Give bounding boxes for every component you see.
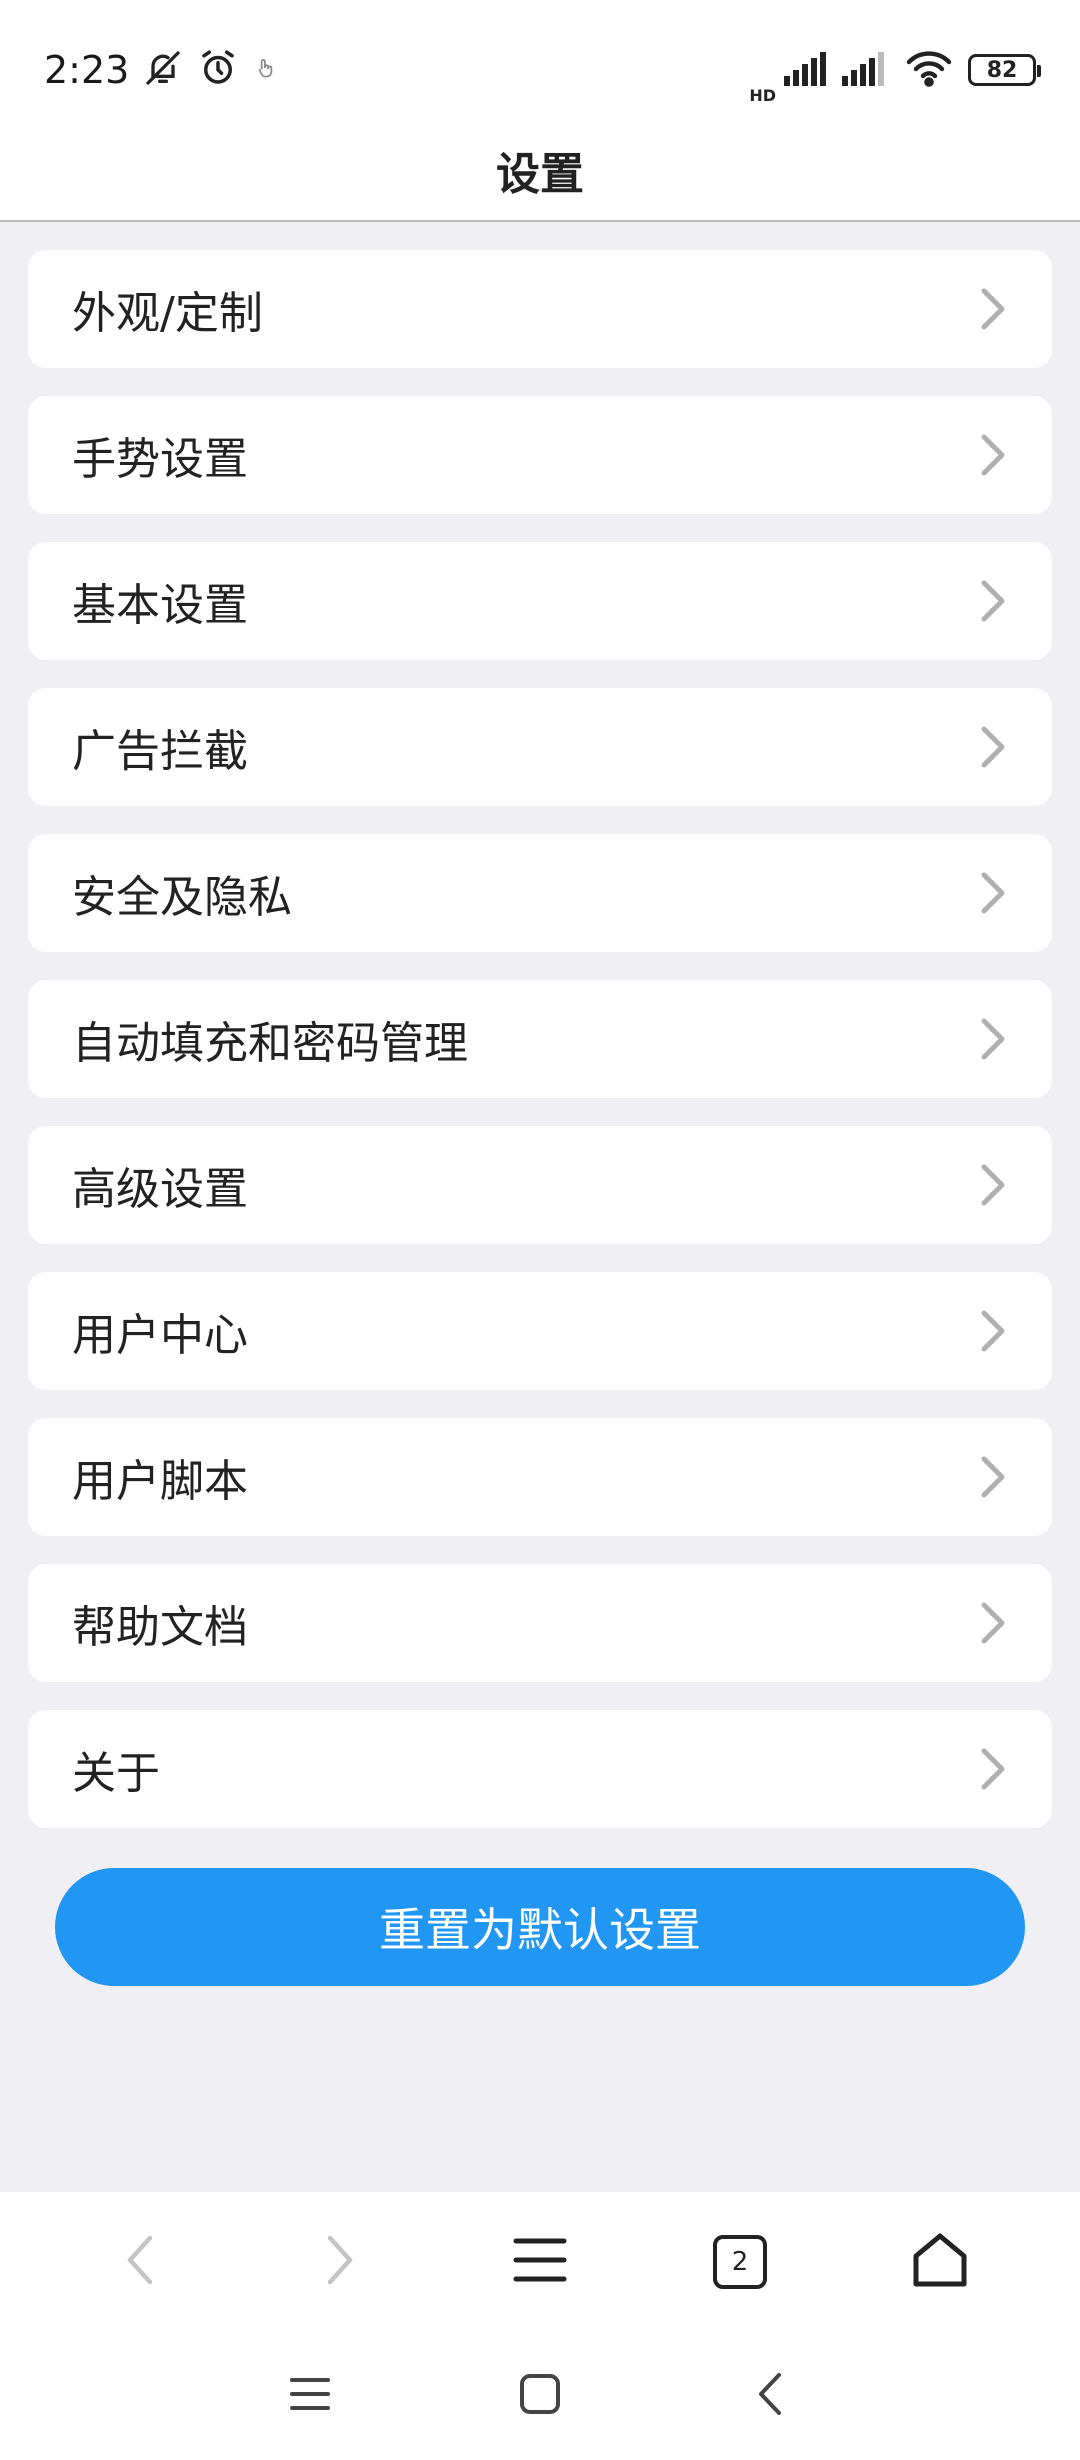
status-bar: 2:23 HD 82	[0, 0, 1080, 140]
settings-item-label: 基本设置	[72, 580, 248, 631]
settings-item-label: 用户中心	[72, 1310, 248, 1361]
system-nav-bar	[0, 2332, 1080, 2460]
chevron-right-icon	[978, 1600, 1008, 1646]
settings-item-label: 广告拦截	[72, 726, 248, 777]
forward-button[interactable]	[280, 2212, 400, 2312]
mute-bell-icon	[143, 48, 183, 92]
touch-icon	[253, 55, 279, 85]
page-title: 设置	[496, 149, 584, 200]
chevron-right-icon	[978, 1746, 1008, 1792]
settings-item-label: 用户脚本	[72, 1456, 248, 1507]
settings-item-label: 关于	[72, 1748, 160, 1799]
reset-defaults-button[interactable]: 重置为默认设置	[55, 1868, 1025, 1986]
settings-list: 外观/定制 手势设置 基本设置 广告拦截 安全及隐私 自动填充和密码管理 高级设…	[28, 250, 1052, 1828]
status-left: 2:23	[44, 47, 279, 93]
hd-label: HD	[749, 85, 776, 105]
alarm-icon	[197, 47, 239, 93]
chevron-right-icon	[978, 578, 1008, 624]
signal-icon-2	[842, 50, 890, 90]
menu-icon	[512, 2235, 568, 2289]
settings-item-user-center[interactable]: 用户中心	[28, 1272, 1052, 1390]
chevron-right-icon	[978, 432, 1008, 478]
settings-item-advanced[interactable]: 高级设置	[28, 1126, 1052, 1244]
header: 设置	[0, 120, 1080, 222]
settings-item-gestures[interactable]: 手势设置	[28, 396, 1052, 514]
tabs-icon: 2	[713, 2235, 767, 2289]
settings-item-label: 帮助文档	[72, 1602, 248, 1653]
square-home-icon	[518, 2372, 562, 2420]
settings-item-about[interactable]: 关于	[28, 1710, 1052, 1828]
recent-apps-icon	[288, 2374, 332, 2418]
settings-item-label: 外观/定制	[72, 288, 263, 339]
chevron-right-icon	[978, 1162, 1008, 1208]
settings-item-appearance[interactable]: 外观/定制	[28, 250, 1052, 368]
chevron-right-icon	[978, 1016, 1008, 1062]
back-button[interactable]	[80, 2212, 200, 2312]
settings-item-label: 手势设置	[72, 434, 248, 485]
status-right: HD 82	[749, 36, 1041, 105]
settings-item-label: 高级设置	[72, 1164, 248, 1215]
settings-item-basic[interactable]: 基本设置	[28, 542, 1052, 660]
chevron-right-icon	[978, 724, 1008, 770]
settings-item-privacy[interactable]: 安全及隐私	[28, 834, 1052, 952]
settings-item-autofill[interactable]: 自动填充和密码管理	[28, 980, 1052, 1098]
menu-button[interactable]	[480, 2212, 600, 2312]
recent-apps-button[interactable]	[270, 2356, 350, 2436]
home-icon	[910, 2230, 970, 2294]
app-root: 2:23 HD 82 设置 外观/定制 手势设置 基本设置 广告拦截 安全及隐私…	[0, 0, 1080, 2460]
system-back-icon	[755, 2371, 785, 2421]
bottom-toolbar: 2	[0, 2192, 1080, 2332]
forward-icon	[322, 2232, 358, 2292]
settings-item-user-scripts[interactable]: 用户脚本	[28, 1418, 1052, 1536]
tabs-button[interactable]: 2	[680, 2212, 800, 2312]
signal-icon-1	[784, 50, 828, 90]
settings-item-adblock[interactable]: 广告拦截	[28, 688, 1052, 806]
chevron-right-icon	[978, 870, 1008, 916]
wifi-icon	[904, 48, 954, 92]
settings-item-help[interactable]: 帮助文档	[28, 1564, 1052, 1682]
chevron-right-icon	[978, 1308, 1008, 1354]
back-icon	[122, 2232, 158, 2292]
battery-indicator: 82	[968, 54, 1041, 86]
home-button[interactable]	[880, 2212, 1000, 2312]
system-back-button[interactable]	[730, 2356, 810, 2436]
settings-item-label: 自动填充和密码管理	[72, 1018, 468, 1069]
system-home-button[interactable]	[500, 2356, 580, 2436]
settings-item-label: 安全及隐私	[72, 872, 292, 923]
chevron-right-icon	[978, 286, 1008, 332]
chevron-right-icon	[978, 1454, 1008, 1500]
status-time: 2:23	[44, 48, 130, 92]
